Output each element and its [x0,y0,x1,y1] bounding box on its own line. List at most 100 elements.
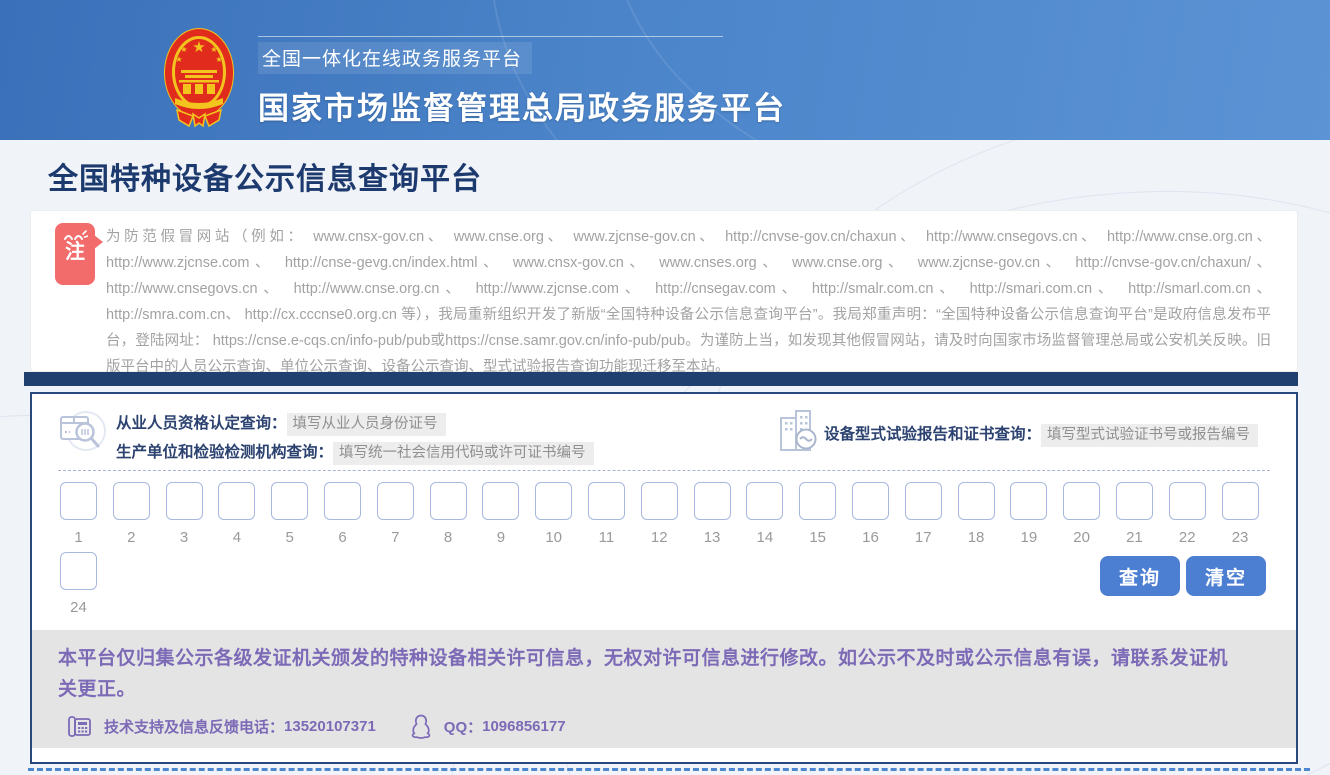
code-cell: 13 [694,482,731,546]
code-box-number: 20 [1073,529,1090,546]
code-box-15[interactable] [799,482,836,520]
code-cell: 19 [1010,482,1047,546]
person-query-label: 从业人员资格认定查询： [116,415,287,432]
code-box-24[interactable] [60,552,97,590]
header-text-block: 全国一体化在线政务服务平台 国家市场监督管理总局政务服务平台 [258,36,786,128]
svg-text:★: ★ [210,45,217,54]
code-box-8[interactable] [430,482,467,520]
qq-label: QQ： [444,716,482,737]
code-box-number: 18 [968,529,985,546]
unit-query-row: 生产单位和检验检测机构查询：填写统一社会信用代码或许可证书编号 [116,440,594,462]
code-box-9[interactable] [482,482,519,520]
notice-panel: 注 为防范假冒网站（例如： www.cnsx-gov.cn、 www.cnse.… [30,210,1298,372]
page: ★ ★ ★ ★ ★ 全国一体化在线政务服务平台 国家市场监督管理总 [0,0,1330,775]
disclaimer-text: 本平台仅归集公示各级发证机关颁发的特种设备相关许可信息，无权对许可信息进行修改。… [32,630,1296,705]
code-box-17[interactable] [905,482,942,520]
code-box-10[interactable] [535,482,572,520]
notice-text: 为防范假冒网站（例如： www.cnsx-gov.cn、 www.cnse.or… [106,224,1271,380]
code-box-7[interactable] [377,482,414,520]
code-cell: 9 [482,482,519,546]
alert-face-icon [62,228,88,241]
code-box-number: 14 [757,529,774,546]
code-box-23[interactable] [1222,482,1259,520]
package-search-icon [58,408,108,459]
query-panel: 从业人员资格认定查询：填写从业人员身份证号 生产单位和检验检测机构查询：填写统一… [30,392,1298,764]
device-query-row: 设备型式试验报告和证书查询：填写型式试验证书号或报告编号 [824,422,1258,444]
code-cell: 17 [905,482,942,546]
clear-button[interactable]: 清空 [1186,556,1266,596]
disclaimer-section: 本平台仅归集公示各级发证机关颁发的特种设备相关许可信息，无权对许可信息进行修改。… [32,630,1296,748]
code-cell: 21 [1116,482,1153,546]
code-cell: 7 [377,482,414,546]
code-box-16[interactable] [852,482,889,520]
phone-contact: 技术支持及信息反馈电话： 13520107371 [68,715,376,738]
code-cell: 15 [799,482,836,546]
code-box-number: 16 [862,529,879,546]
code-box-number: 19 [1021,529,1038,546]
header-title: 国家市场监督管理总局政务服务平台 [258,83,786,128]
code-cell: 20 [1063,482,1100,546]
code-cell: 8 [430,482,467,546]
code-cell: 18 [958,482,995,546]
code-box-12[interactable] [641,482,678,520]
search-button[interactable]: 查询 [1100,556,1180,596]
person-query-hint: 填写从业人员身份证号 [287,413,446,436]
svg-text:★: ★ [215,55,222,64]
notice-badge-label: 注 [55,241,95,263]
code-box-1[interactable] [60,482,97,520]
code-box-22[interactable] [1169,482,1206,520]
code-box-number: 13 [704,529,721,546]
unit-query-label: 生产单位和检验检测机构查询： [116,444,333,461]
code-box-number: 2 [127,529,135,546]
page-title: 全国特种设备公示信息查询平台 [48,154,482,198]
code-box-4[interactable] [218,482,255,520]
code-cell: 16 [852,482,889,546]
header-subtitle-row: 全国一体化在线政务服务平台 [258,36,723,74]
code-box-19[interactable] [1010,482,1047,520]
code-box-6[interactable] [324,482,361,520]
building-report-icon [777,408,821,459]
code-box-number: 7 [391,529,399,546]
code-box-number: 3 [180,529,188,546]
code-cell: 22 [1169,482,1206,546]
code-cell: 1 [60,482,97,546]
svg-text:★: ★ [175,55,182,64]
code-box-number: 10 [545,529,562,546]
qq-contact: QQ： 1096856177 [410,714,566,739]
code-input-grid: 123456789101112131415161718192021222324 [60,482,1276,616]
code-cell: 14 [746,482,783,546]
code-box-18[interactable] [958,482,995,520]
code-box-number: 15 [809,529,826,546]
code-box-3[interactable] [166,482,203,520]
code-cell: 23 [1222,482,1259,546]
code-box-5[interactable] [271,482,308,520]
device-query-hint: 填写型式试验证书号或报告编号 [1041,424,1258,447]
code-box-number: 9 [497,529,505,546]
notice-badge: 注 [55,223,95,285]
code-cell: 6 [324,482,361,546]
code-cell: 2 [113,482,150,546]
code-box-2[interactable] [113,482,150,520]
contact-row: 技术支持及信息反馈电话： 13520107371 QQ： 1096856177 [68,714,566,739]
code-box-20[interactable] [1063,482,1100,520]
code-box-number: 6 [338,529,346,546]
code-box-11[interactable] [588,482,625,520]
phone-label: 技术支持及信息反馈电话： [104,716,284,737]
qq-number: 1096856177 [482,718,565,735]
header-banner: ★ ★ ★ ★ ★ 全国一体化在线政务服务平台 国家市场监督管理总 [0,0,1330,140]
code-box-number: 12 [651,529,668,546]
code-cell: 3 [166,482,203,546]
svg-text:★: ★ [180,45,187,54]
code-box-14[interactable] [746,482,783,520]
code-box-21[interactable] [1116,482,1153,520]
code-box-number: 22 [1179,529,1196,546]
code-box-13[interactable] [694,482,731,520]
person-query-row: 从业人员资格认定查询：填写从业人员身份证号 [116,411,446,433]
code-cell: 5 [271,482,308,546]
code-cell: 4 [218,482,255,546]
code-cell: 12 [641,482,678,546]
fax-phone-icon [68,715,92,738]
code-box-number: 23 [1232,529,1249,546]
header-subtitle: 全国一体化在线政务服务平台 [258,42,532,74]
code-box-number: 5 [286,529,294,546]
